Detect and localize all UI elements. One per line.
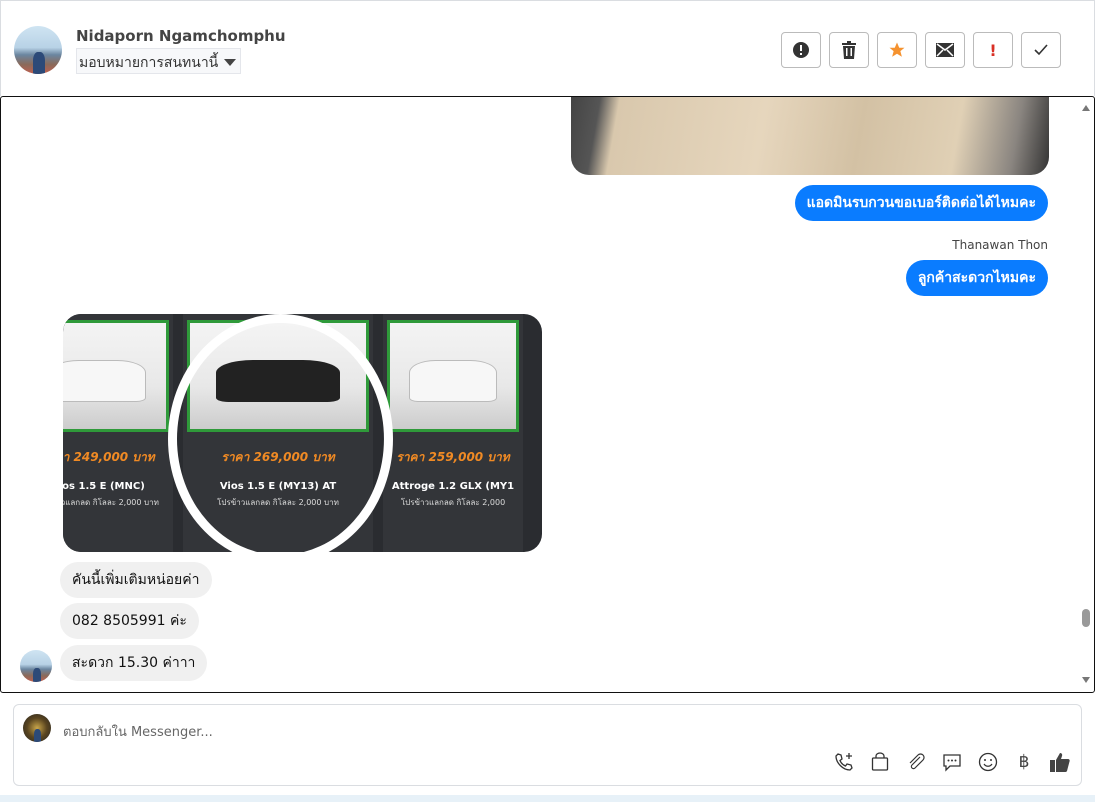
scroll-up-icon[interactable]	[1082, 105, 1090, 111]
exclamation-icon: !	[989, 40, 997, 60]
sender-name: Thanawan Thon	[952, 238, 1048, 252]
car-model: Attroge 1.2 GLX (MY1	[391, 481, 515, 492]
car-model: Vios 1.5 E (MNC)	[63, 481, 145, 492]
contact-avatar[interactable]	[14, 26, 62, 74]
header-actions: !	[781, 32, 1061, 68]
scrollbar[interactable]	[1080, 101, 1092, 687]
baht-icon[interactable]: ฿	[1013, 751, 1035, 773]
star-icon	[889, 42, 905, 57]
assign-label: มอบหมายการสนทนานี้	[79, 54, 219, 71]
important-button[interactable]: !	[973, 32, 1013, 68]
incoming-message: สะดวก 15.30 ค่าาา	[60, 645, 208, 681]
outgoing-message: ลูกค้าสะดวกไหมคะ	[905, 260, 1048, 296]
paperclip-icon[interactable]	[905, 751, 927, 773]
car-card: ราคา 249,000 บาท Vios 1.5 E (MNC) โปรข้า…	[63, 314, 173, 552]
alert-circle-icon	[793, 42, 809, 58]
incoming-message: 082 8505991 ค่ะ	[60, 603, 199, 639]
contact-name[interactable]: Nidaporn Ngamchomphu	[76, 27, 286, 45]
car-card: ราคา 259,000 บาท Attroge 1.2 GLX (MY1 โป…	[383, 314, 523, 552]
check-icon	[1034, 44, 1048, 56]
reply-input-placeholder[interactable]: ตอบกลับใน Messenger...	[63, 721, 213, 742]
call-add-icon[interactable]	[833, 751, 855, 773]
smiley-icon[interactable]	[977, 751, 999, 773]
car-model: Vios 1.5 E (MY13) AT	[219, 481, 337, 492]
star-button[interactable]	[877, 32, 917, 68]
car-price: ราคา 259,000 บาท	[396, 450, 510, 464]
shop-bag-icon[interactable]	[869, 751, 891, 773]
car-price: ราคา 269,000 บาท	[221, 450, 335, 464]
car-seat-photo[interactable]	[571, 97, 1049, 175]
car-card: ราคา 269,000 บาท Vios 1.5 E (MY13) AT โป…	[183, 314, 373, 552]
footer-bar	[0, 795, 1095, 802]
outgoing-message: แอดมินรบกวนขอเบอร์ติดต่อได้ไหมคะ	[794, 185, 1048, 221]
page-avatar	[23, 714, 51, 742]
car-promo: โปรข้าวแลกลด กิโลละ 2,000 บาท	[217, 498, 339, 507]
car-listing-image[interactable]: ราคา 249,000 บาท Vios 1.5 E (MNC) โปรข้า…	[63, 314, 542, 552]
reply-composer[interactable]: ตอบกลับใน Messenger... ฿	[13, 704, 1082, 786]
scroll-down-icon[interactable]	[1082, 677, 1090, 683]
spam-button[interactable]	[781, 32, 821, 68]
trash-icon	[842, 41, 856, 59]
conversation-header: Nidaporn Ngamchomphu มอบหมายการสนทนานี้ …	[0, 0, 1095, 96]
assign-conversation-dropdown[interactable]: มอบหมายการสนทนานี้	[76, 48, 242, 74]
sender-avatar[interactable]	[20, 650, 52, 682]
envelope-icon	[936, 43, 954, 57]
incoming-message: คันนี้เพิ่มเติมหน่อยค่า	[60, 562, 212, 598]
car-promo: โปรข้าวแลกลด กิโลละ 2,000	[400, 498, 506, 507]
chat-bubble-icon[interactable]	[941, 751, 963, 773]
mark-unread-button[interactable]	[925, 32, 965, 68]
caret-down-icon	[224, 59, 237, 66]
composer-toolbar: ฿	[833, 751, 1071, 773]
car-price: ราคา 249,000 บาท	[63, 450, 155, 464]
car-promo: โปรข้าวแลกลด กิโลละ 2,000 บาท	[63, 498, 159, 507]
done-button[interactable]	[1021, 32, 1061, 68]
thumbs-up-icon[interactable]	[1049, 751, 1071, 773]
scrollbar-thumb[interactable]	[1082, 609, 1090, 627]
message-thread[interactable]: แอดมินรบกวนขอเบอร์ติดต่อได้ไหมคะ Thanawa…	[0, 96, 1095, 693]
delete-button[interactable]	[829, 32, 869, 68]
